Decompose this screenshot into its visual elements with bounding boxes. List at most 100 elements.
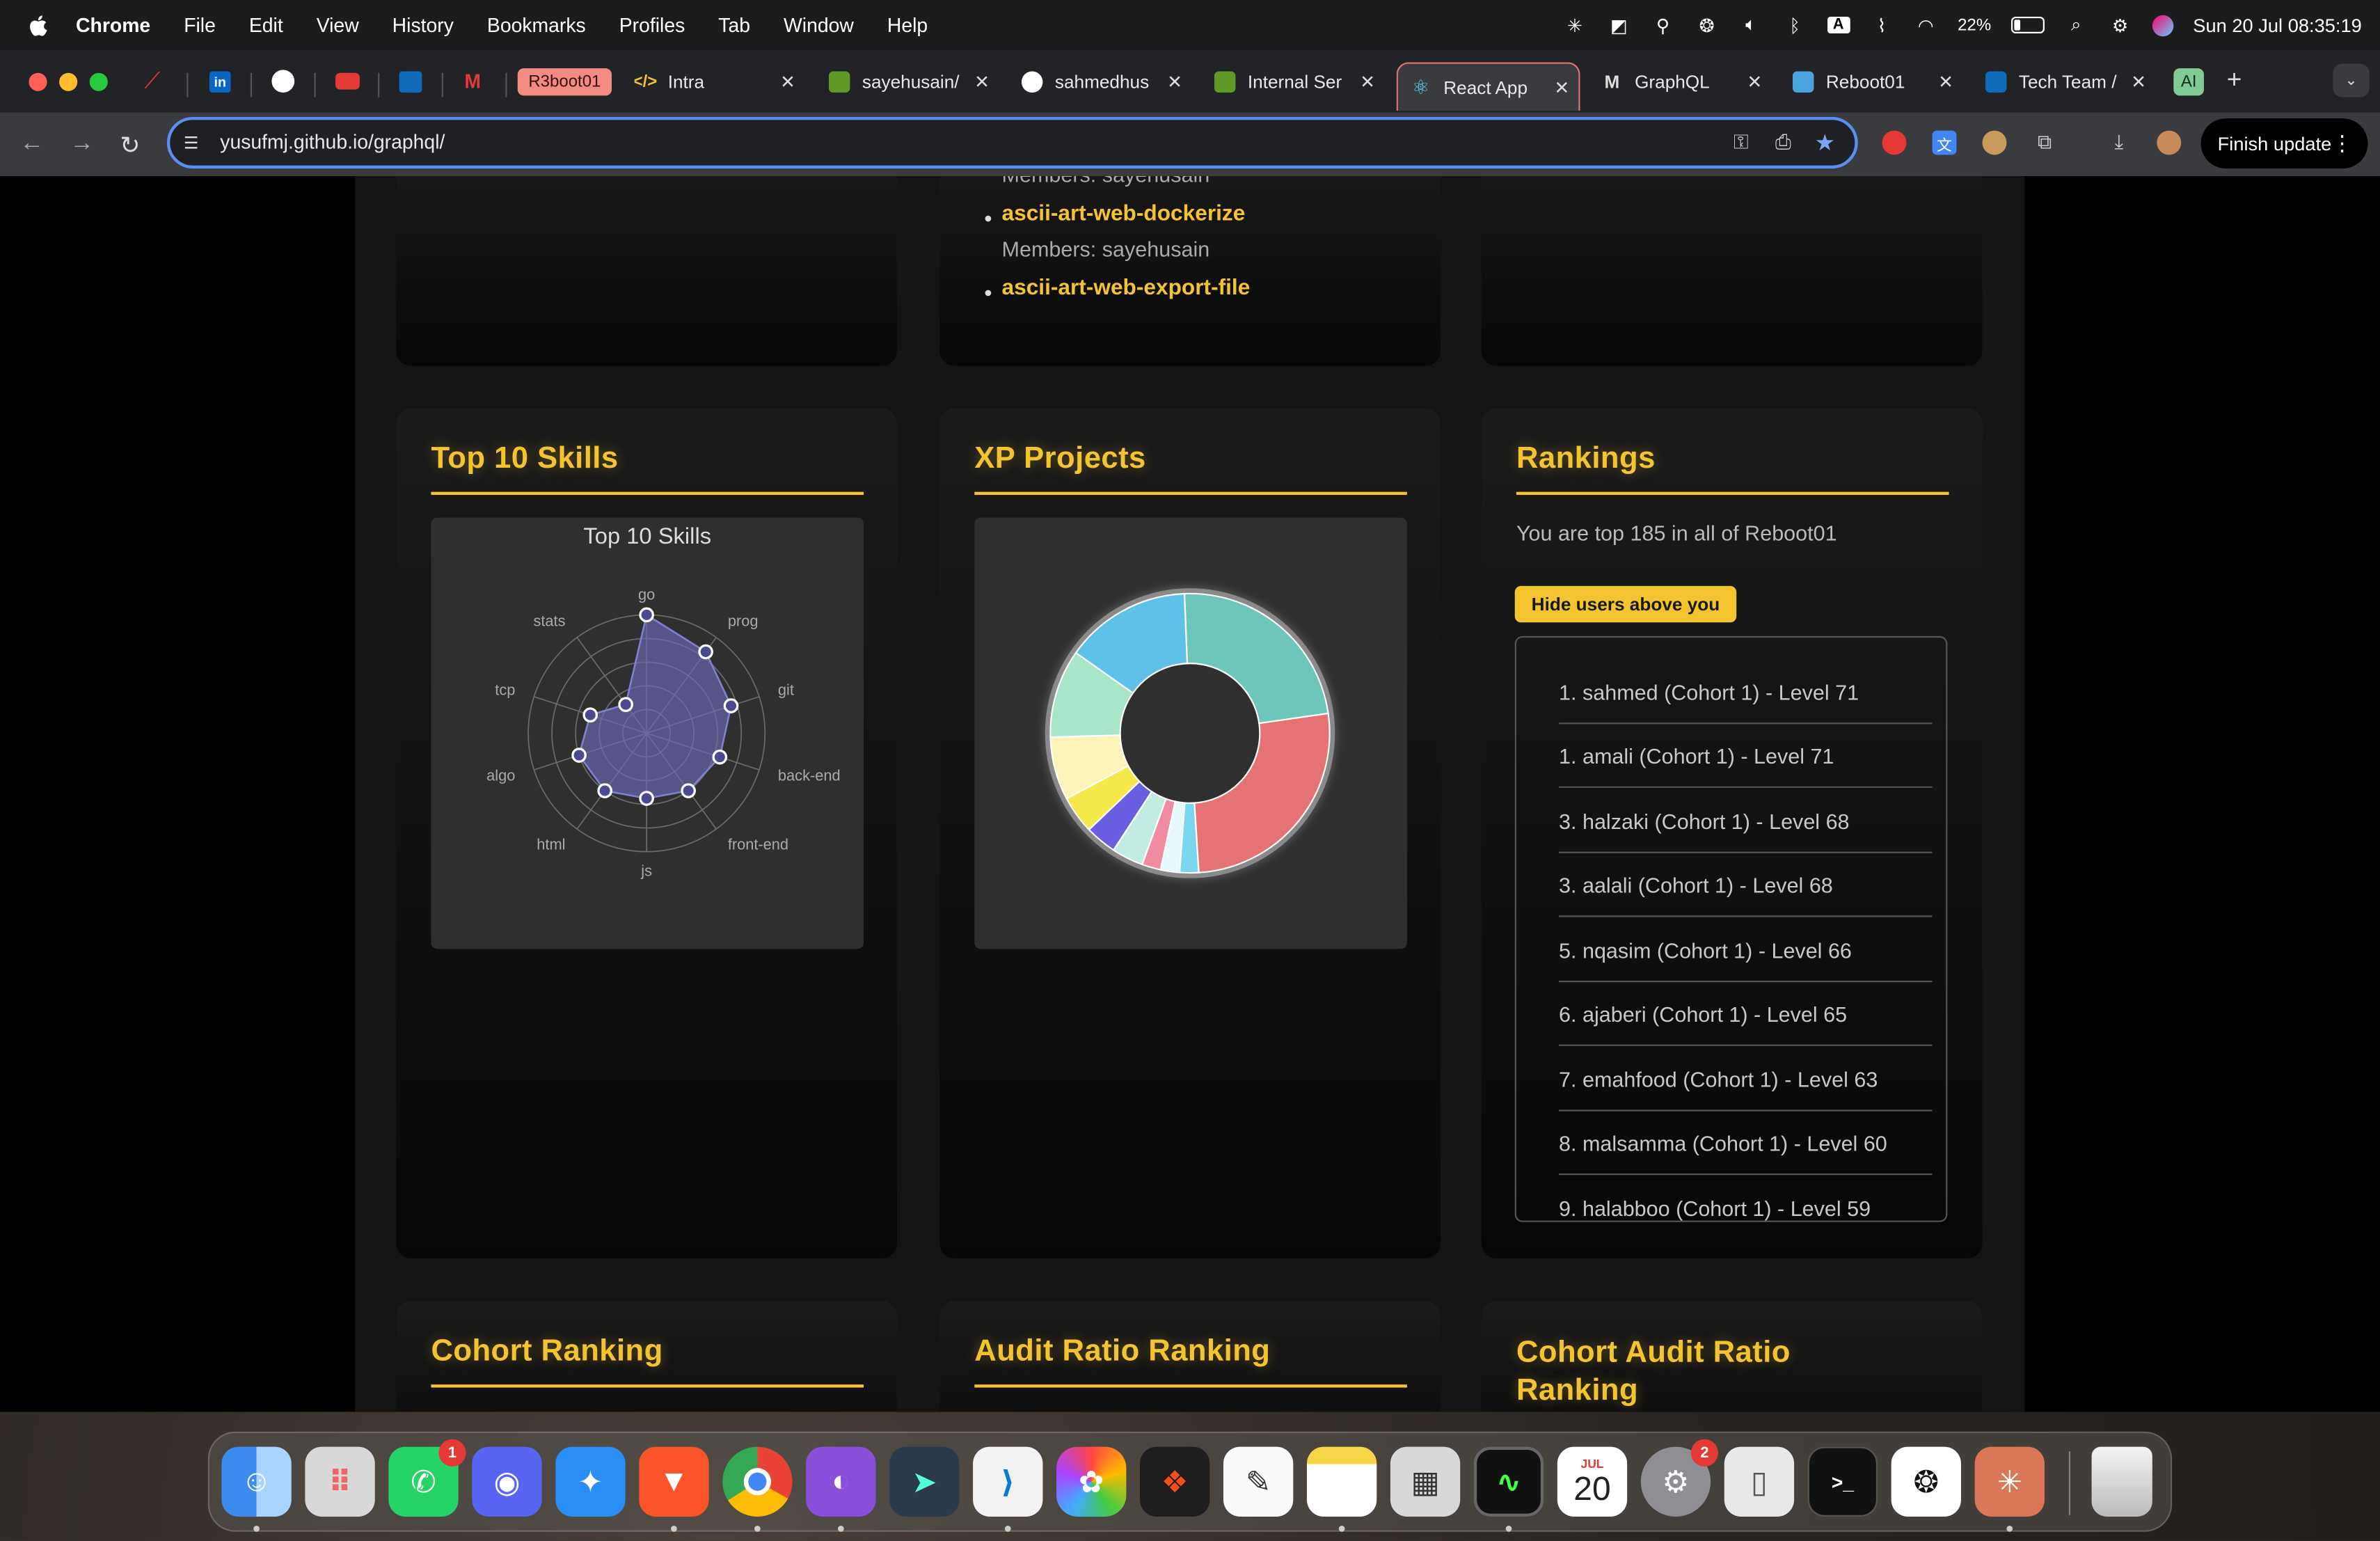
vscode-icon[interactable]: ⟩: [973, 1446, 1043, 1517]
menu-history[interactable]: History: [392, 14, 454, 37]
tab-sayehusain[interactable]: sayehusain/ ✕: [828, 61, 999, 103]
photos-icon[interactable]: ✿: [1056, 1446, 1127, 1517]
launchpad-icon[interactable]: ⠿: [305, 1446, 375, 1517]
close-tab-icon[interactable]: ✕: [2131, 72, 2146, 93]
tab-sahmedhus[interactable]: sahmedhus ✕: [1021, 61, 1191, 103]
tab-reboot01[interactable]: Reboot01 ✕: [1792, 61, 1962, 103]
radar-point[interactable]: [582, 707, 598, 722]
menu-window[interactable]: Window: [784, 14, 854, 37]
finish-update-button[interactable]: Finish update ⋮: [2200, 118, 2368, 169]
tab-graphql[interactable]: M GraphQL ✕: [1601, 61, 1771, 103]
clock[interactable]: Sun 20 Jul 08:35:19: [2193, 15, 2362, 36]
radar-point[interactable]: [597, 783, 612, 798]
siri-icon[interactable]: [2152, 14, 2173, 36]
profile-avatar[interactable]: [2157, 130, 2182, 155]
extension-cookie-icon[interactable]: [1982, 130, 2007, 155]
radar-point[interactable]: [698, 644, 713, 660]
bluetooth-icon[interactable]: ᛒ: [1783, 15, 1807, 36]
apple-icon[interactable]: [27, 15, 49, 36]
menu-file[interactable]: File: [184, 14, 216, 37]
radar-point[interactable]: [639, 791, 654, 806]
tab-internal-ser[interactable]: Internal Ser ✕: [1214, 61, 1384, 103]
pinned-tab-github-icon[interactable]: [271, 70, 295, 93]
system-settings-icon[interactable]: ⚙ 2: [1640, 1439, 1719, 1517]
figma-icon[interactable]: ❖: [1140, 1446, 1210, 1517]
close-tab-icon[interactable]: ✕: [1360, 72, 1375, 93]
openai-status-icon[interactable]: ❂: [1695, 15, 1719, 36]
close-tab-icon[interactable]: ✕: [1938, 72, 1953, 93]
extension-red-icon[interactable]: [1882, 130, 1907, 155]
bookmark-star-icon[interactable]: ★: [1815, 129, 1835, 157]
finder-icon[interactable]: ☺: [221, 1446, 292, 1517]
close-tab-icon[interactable]: ✕: [1167, 72, 1182, 93]
radar-point[interactable]: [681, 783, 696, 798]
translate-icon[interactable]: 文: [1932, 130, 1957, 155]
hide-users-above-button[interactable]: Hide users above you: [1514, 585, 1737, 623]
tab-react-app[interactable]: ⚛ React App ✕: [1396, 62, 1580, 111]
minimize-window-button[interactable]: [59, 72, 78, 91]
input-source-indicator[interactable]: A: [1827, 16, 1850, 33]
radar-point[interactable]: [712, 749, 728, 765]
close-tab-icon[interactable]: ✕: [1747, 72, 1762, 93]
paperclip-icon[interactable]: ⌇: [1870, 15, 1894, 36]
discord-icon[interactable]: ◉: [472, 1446, 542, 1517]
screen-icon[interactable]: ◩: [1607, 15, 1631, 36]
pinned-tab-youtube-icon[interactable]: [335, 72, 360, 90]
menu-app-name[interactable]: Chrome: [76, 14, 150, 37]
claude-icon[interactable]: ✳: [1974, 1446, 2045, 1517]
tab-group-ai[interactable]: AI: [2173, 68, 2204, 96]
tab-group-r3boot01[interactable]: R3boot01: [517, 68, 612, 96]
radar-point[interactable]: [571, 748, 587, 763]
github-desktop-icon[interactable]: ◐: [806, 1446, 876, 1517]
safari-icon[interactable]: ✦: [555, 1446, 626, 1517]
rankings-list[interactable]: 1. sahmed (Cohort 1) - Level 71 1. amali…: [1514, 635, 1948, 1222]
menu-help[interactable]: Help: [887, 14, 928, 37]
tab-tech-team[interactable]: Tech Team / ✕: [1985, 61, 2155, 103]
menu-bookmarks[interactable]: Bookmarks: [487, 14, 586, 37]
pinned-tab-outlook-icon[interactable]: [399, 71, 422, 93]
spotlight-search-icon[interactable]: ⌕: [2064, 14, 2088, 36]
whatsapp-icon[interactable]: ✆ 1: [388, 1439, 466, 1517]
activity-monitor-icon[interactable]: ∿: [1473, 1446, 1544, 1517]
notes-icon[interactable]: [1306, 1446, 1377, 1517]
chatgpt-icon[interactable]: ❂: [1891, 1446, 1962, 1517]
radar-point[interactable]: [639, 607, 654, 623]
calendar-icon[interactable]: JUL 20: [1557, 1446, 1628, 1517]
address-bar[interactable]: ☰ yusufmj.github.io/graphql/ ⚿ ⎙ ★: [166, 116, 1858, 169]
install-app-icon[interactable]: ⎙: [1775, 131, 1791, 155]
back-button[interactable]: ←: [19, 131, 44, 158]
url-text[interactable]: yusufmj.github.io/graphql/: [220, 131, 445, 154]
close-tab-icon[interactable]: ✕: [974, 72, 990, 93]
forward-button[interactable]: →: [70, 131, 94, 158]
chrome-icon[interactable]: [722, 1446, 793, 1517]
menu-tab[interactable]: Tab: [718, 14, 750, 37]
freeform-icon[interactable]: ✎: [1223, 1446, 1294, 1517]
battery-icon[interactable]: [2010, 16, 2045, 33]
site-info-icon[interactable]: ☰: [184, 134, 199, 153]
pinned-tab-pen-icon[interactable]: ⟋: [144, 68, 160, 94]
password-key-icon[interactable]: ⚿: [1734, 131, 1749, 155]
calculator-icon[interactable]: ▦: [1390, 1446, 1461, 1517]
brave-icon[interactable]: ▼: [639, 1446, 709, 1517]
downloads-icon[interactable]: ⤓: [2107, 131, 2131, 155]
radar-point[interactable]: [618, 697, 633, 712]
volume-icon[interactable]: 🔈︎: [1739, 14, 1763, 36]
close-tab-icon[interactable]: ✕: [1554, 77, 1569, 98]
tab-intra[interactable]: </> Intra ✕: [635, 61, 804, 103]
sparkle-icon[interactable]: ✳: [1563, 15, 1587, 36]
control-center-icon[interactable]: ⚙: [2108, 15, 2132, 36]
pinned-tab-gmail-icon[interactable]: M: [464, 70, 481, 93]
donut-slice[interactable]: [1193, 712, 1331, 874]
tab-search-button[interactable]: ⌄: [2333, 63, 2370, 97]
radar-point[interactable]: [723, 698, 739, 713]
reload-button[interactable]: ↻: [120, 131, 140, 161]
menu-profiles[interactable]: Profiles: [619, 14, 685, 37]
menu-edit[interactable]: Edit: [249, 14, 283, 37]
new-tab-button[interactable]: +: [2227, 65, 2242, 96]
project-title-export-file[interactable]: ascii-art-web-export-file: [1002, 276, 1251, 301]
prompt-icon[interactable]: ➤: [889, 1446, 960, 1517]
more-menu-icon[interactable]: ⋮: [2331, 131, 2353, 157]
extensions-puzzle-icon[interactable]: ⧉: [2033, 131, 2057, 155]
keychain-icon[interactable]: ⚲: [1651, 15, 1675, 36]
close-window-button[interactable]: [29, 72, 47, 91]
